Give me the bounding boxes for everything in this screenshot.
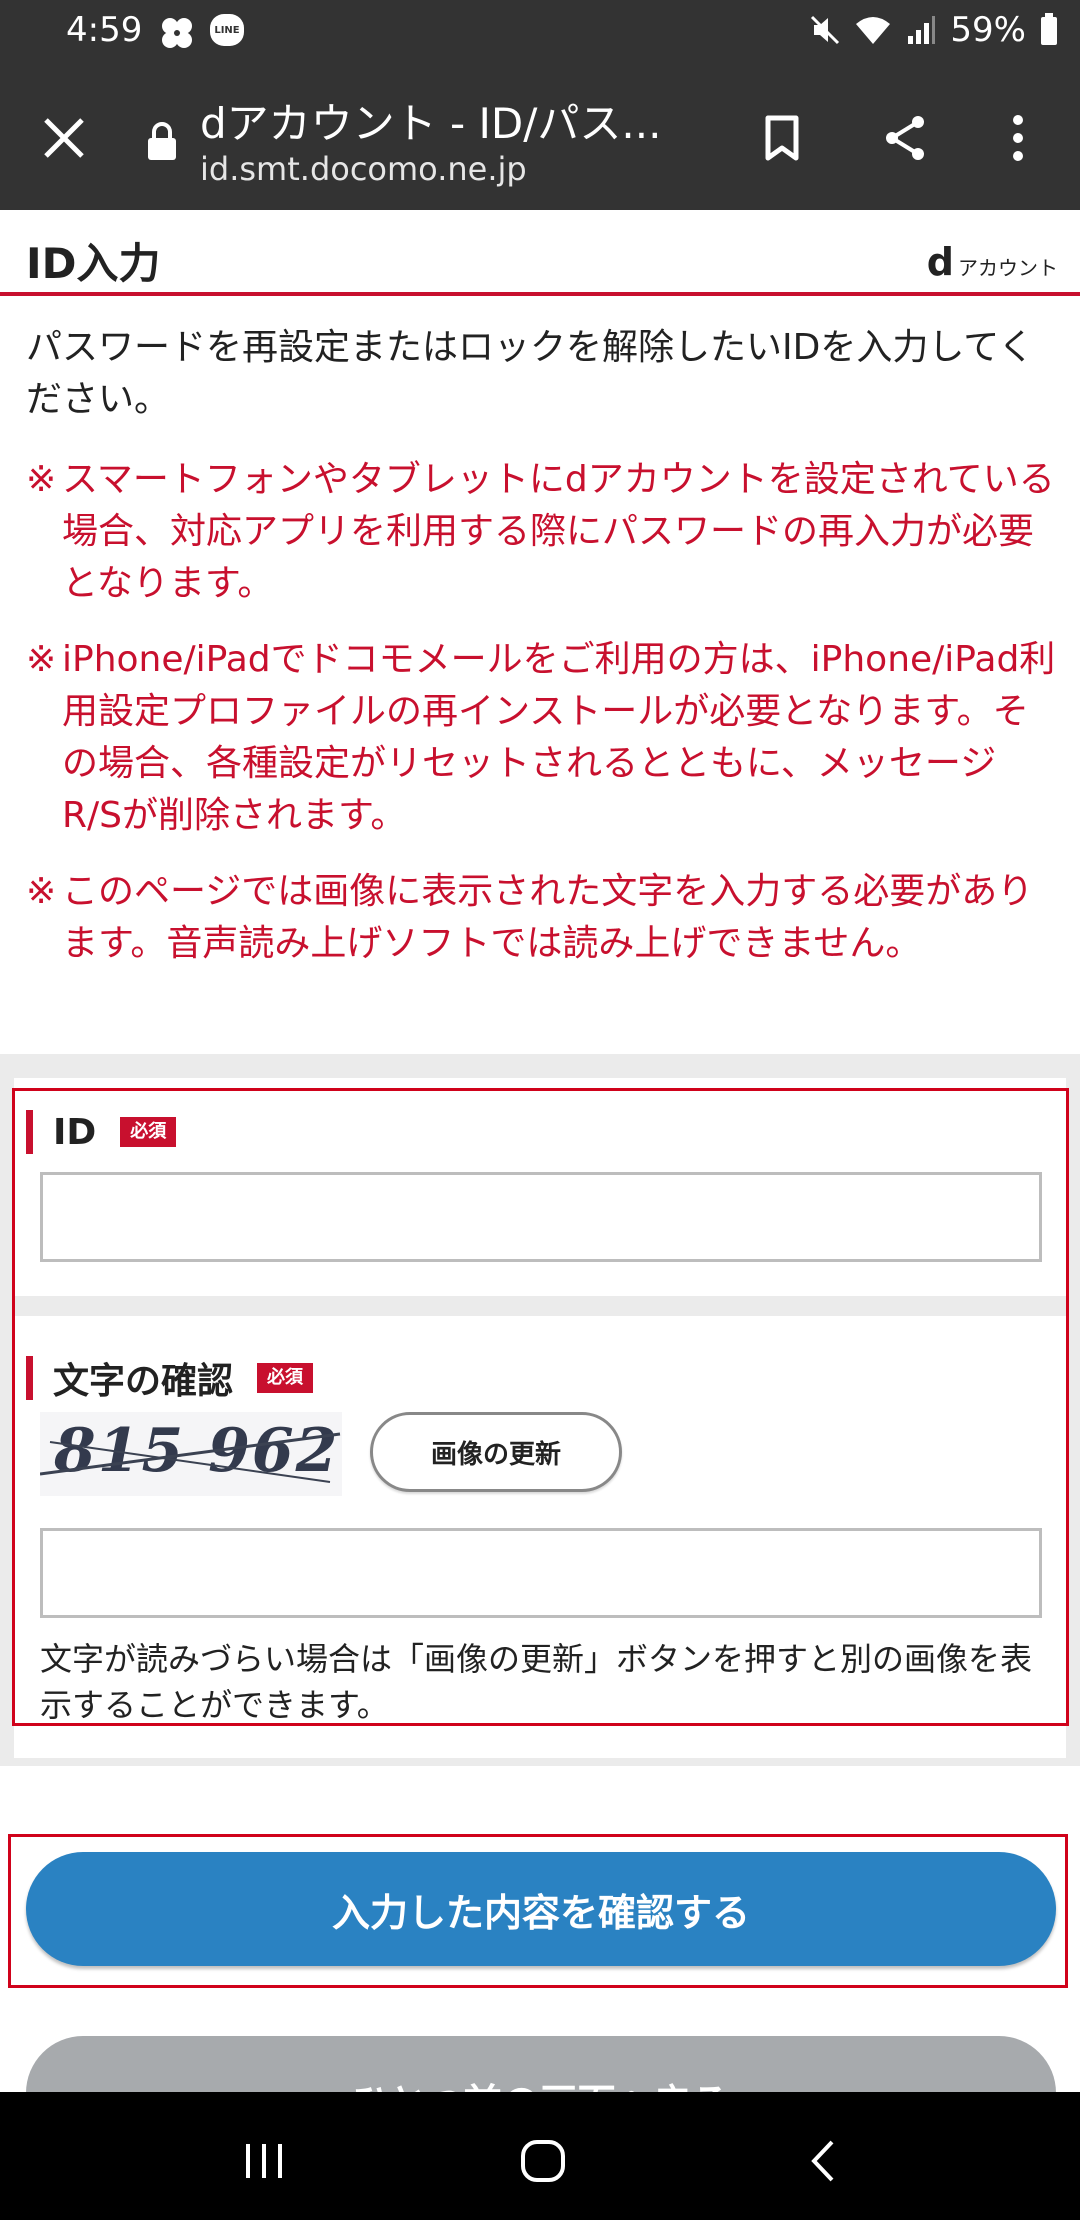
d-account-logo: d アカウント: [927, 240, 1058, 284]
lock-icon: [148, 122, 176, 160]
confirm-button[interactable]: 入力した内容を確認する: [26, 1852, 1056, 1966]
brand-d: d: [926, 240, 954, 284]
page-header: ID入力 d アカウント: [0, 210, 1080, 296]
notice-mark: ※: [26, 459, 57, 500]
notice-mark: ※: [26, 639, 57, 680]
browser-toolbar: dアカウント - ID/パス... id.smt.docomo.ne.jp: [0, 66, 1080, 210]
notice-text: iPhone/iPadでドコモメールをご利用の方は、iPhone/iPad利用設…: [62, 639, 1056, 836]
system-nav-bar: [0, 2092, 1080, 2220]
status-time: 4:59: [66, 10, 143, 50]
line-notification-icon: LINE: [210, 14, 244, 46]
notice-3: ※ このページでは画像に表示された文字を入力する必要があります。音声読み上げソフ…: [26, 866, 1056, 970]
mute-icon: [811, 15, 840, 45]
battery-icon: [1041, 13, 1057, 45]
bookmark-icon[interactable]: [756, 112, 808, 164]
intro-text: パスワードを再設定またはロックを解除したいIDを入力してください。: [26, 327, 1035, 420]
status-bar: 4:59 LINE 59%: [0, 0, 1080, 66]
recent-apps-icon[interactable]: [240, 2136, 290, 2186]
back-nav-icon[interactable]: [800, 2136, 850, 2186]
close-icon[interactable]: [36, 110, 92, 166]
notice-mark: ※: [26, 871, 57, 912]
notice-2: ※ iPhone/iPadでドコモメールをご利用の方は、iPhone/iPad利…: [26, 634, 1056, 842]
signal-icon: [908, 16, 936, 44]
battery-percent: 59%: [950, 10, 1026, 50]
page-url[interactable]: id.smt.docomo.ne.jp: [200, 150, 527, 188]
page-title[interactable]: dアカウント - ID/パス...: [200, 90, 661, 151]
wifi-icon: [856, 17, 891, 44]
header-title: ID入力: [26, 239, 161, 288]
pinwheel-icon: [162, 18, 192, 48]
notice-1: ※ スマートフォンやタブレットにdアカウントを設定されている場合、対応アプリを利…: [26, 454, 1056, 610]
brand-text: アカウント: [958, 256, 1058, 280]
highlight-frame-form: [12, 1088, 1069, 1726]
share-icon[interactable]: [880, 112, 932, 164]
home-icon[interactable]: [518, 2136, 568, 2186]
notice-text: このページでは画像に表示された文字を入力する必要があります。音声読み上げソフトで…: [62, 871, 1034, 964]
more-menu-icon[interactable]: [998, 112, 1050, 164]
notice-text: スマートフォンやタブレットにdアカウントを設定されている場合、対応アプリを利用す…: [62, 459, 1055, 604]
